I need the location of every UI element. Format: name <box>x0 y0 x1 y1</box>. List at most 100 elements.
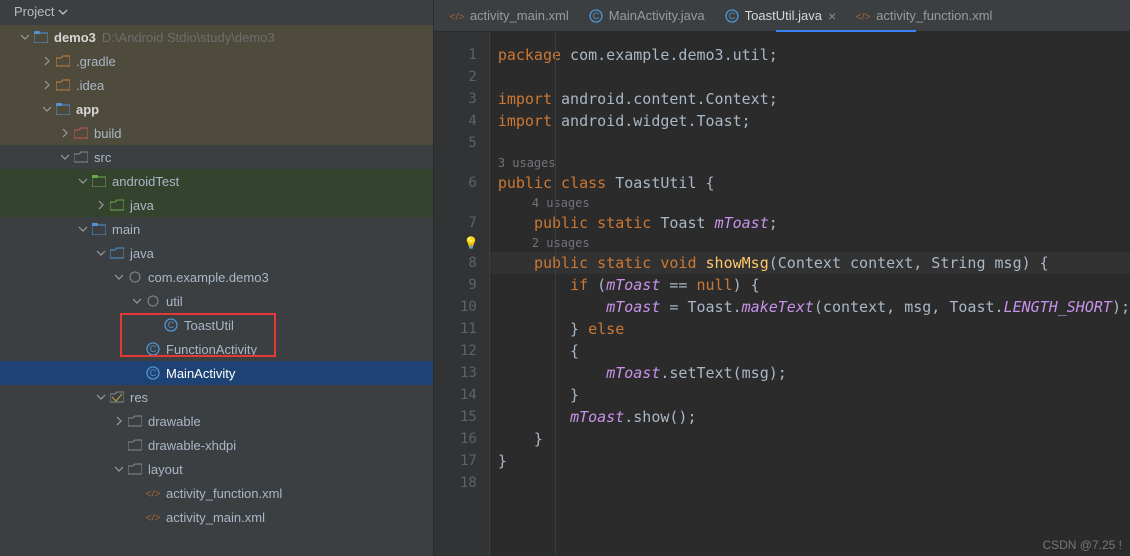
class-icon: C <box>144 366 162 380</box>
folder-icon <box>126 463 144 475</box>
inline-hint <box>434 154 489 172</box>
chevron-down-icon[interactable] <box>94 392 108 402</box>
chevron-down-icon[interactable] <box>40 104 54 114</box>
chevron-down-icon[interactable] <box>58 152 72 162</box>
tree-row-drawable[interactable]: drawable <box>0 409 433 433</box>
tree-label: drawable-xhdpi <box>148 438 236 453</box>
chevron-right-icon[interactable] <box>40 56 54 66</box>
tab-toastutil[interactable]: C ToastUtil.java × <box>715 0 847 32</box>
line-number: 4 <box>434 110 489 132</box>
tree-label: java <box>130 246 154 261</box>
tree-label: src <box>94 150 111 165</box>
tree-label: java <box>130 198 154 213</box>
tree-row-idea[interactable]: .idea <box>0 73 433 97</box>
tree-label: .gradle <box>76 54 116 69</box>
tree-row-activity-main[interactable]: </> activity_main.xml <box>0 505 433 529</box>
tab-activity-function-xml[interactable]: </> activity_function.xml <box>846 0 1002 32</box>
folder-icon <box>126 439 144 451</box>
folder-icon <box>72 127 90 139</box>
tree-label: activity_function.xml <box>166 486 282 501</box>
svg-text:C: C <box>728 11 735 21</box>
tree-row-build[interactable]: build <box>0 121 433 145</box>
tree-row-res[interactable]: res <box>0 385 433 409</box>
tree-row-activity-function[interactable]: </> activity_function.xml <box>0 481 433 505</box>
inline-hint <box>434 234 489 252</box>
indent-guide <box>555 32 556 556</box>
svg-text:C: C <box>150 368 157 378</box>
tree-label: res <box>130 390 148 405</box>
chevron-right-icon[interactable] <box>112 416 126 426</box>
panel-title[interactable]: Project <box>0 0 433 25</box>
class-icon: C <box>144 342 162 356</box>
tree-row-androidtest-java[interactable]: java <box>0 193 433 217</box>
class-icon: C <box>725 9 739 23</box>
line-number: 11 <box>434 318 489 340</box>
tree-row-app[interactable]: app <box>0 97 433 121</box>
line-number: 17 <box>434 450 489 472</box>
project-panel: Project demo3 D:\Android Stdio\study\dem… <box>0 0 434 556</box>
tree-row-src[interactable]: src <box>0 145 433 169</box>
tree-row-drawable-xhdpi[interactable]: drawable-xhdpi <box>0 433 433 457</box>
tree-row-main[interactable]: main <box>0 217 433 241</box>
code-content[interactable]: package com.example.demo3.util; import a… <box>490 32 1130 556</box>
code-editor[interactable]: 1 2 3 4 5 6 7 8 9 10 11 12 13 14 15 16 1… <box>434 32 1130 556</box>
close-icon[interactable]: × <box>828 8 836 24</box>
chevron-right-icon[interactable] <box>94 200 108 210</box>
svg-text:C: C <box>150 344 157 354</box>
chevron-down-icon[interactable] <box>18 32 32 42</box>
tree-row-util[interactable]: util <box>0 289 433 313</box>
tree-row-layout[interactable]: layout <box>0 457 433 481</box>
usages-hint[interactable]: 💡2 usages <box>490 234 1130 252</box>
module-icon <box>90 223 108 235</box>
tree-label: ToastUtil <box>184 318 234 333</box>
svg-text:</>: </> <box>146 512 160 524</box>
tree-label: layout <box>148 462 183 477</box>
svg-text:</>: </> <box>450 11 464 23</box>
module-icon <box>54 103 72 115</box>
chevron-down-icon[interactable] <box>76 224 90 234</box>
tab-label: ToastUtil.java <box>745 8 822 23</box>
tree-row-functionactivity[interactable]: C FunctionActivity <box>0 337 433 361</box>
usages-hint[interactable]: 4 usages <box>490 194 1130 212</box>
package-icon <box>126 271 144 283</box>
tree-row-package[interactable]: com.example.demo3 <box>0 265 433 289</box>
chevron-down-icon[interactable] <box>94 248 108 258</box>
svg-text:C: C <box>168 320 175 330</box>
chevron-down-icon[interactable] <box>130 296 144 306</box>
chevron-down-icon[interactable] <box>112 272 126 282</box>
tab-label: MainActivity.java <box>609 8 705 23</box>
tab-activity-main-xml[interactable]: </> activity_main.xml <box>440 0 579 32</box>
line-number: 18 <box>434 472 489 494</box>
inline-hint <box>434 194 489 212</box>
bulb-icon[interactable]: 💡 <box>464 234 479 252</box>
folder-icon <box>108 247 126 259</box>
tab-mainactivity[interactable]: C MainActivity.java <box>579 0 715 32</box>
watermark: CSDN @7.25 ! <box>1042 538 1122 552</box>
gutter: 1 2 3 4 5 6 7 8 9 10 11 12 13 14 15 16 1… <box>434 32 490 556</box>
tree-label: app <box>76 102 99 117</box>
tree-row-toastutil[interactable]: C ToastUtil <box>0 313 433 337</box>
tree-row-androidtest[interactable]: androidTest <box>0 169 433 193</box>
tree-row-main-java[interactable]: java <box>0 241 433 265</box>
tree-row-mainactivity[interactable]: C MainActivity <box>0 361 433 385</box>
tree-label: FunctionActivity <box>166 342 257 357</box>
chevron-down-icon[interactable] <box>112 464 126 474</box>
tree-row-gradle[interactable]: .gradle <box>0 49 433 73</box>
usages-hint[interactable]: 3 usages <box>490 154 1130 172</box>
tab-label: activity_function.xml <box>876 8 992 23</box>
folder-icon <box>54 55 72 67</box>
folder-icon <box>54 79 72 91</box>
chevron-right-icon[interactable] <box>40 80 54 90</box>
tree-label: androidTest <box>112 174 179 189</box>
module-icon <box>90 175 108 187</box>
tree-label: drawable <box>148 414 201 429</box>
chevron-right-icon[interactable] <box>58 128 72 138</box>
folder-icon <box>72 151 90 163</box>
folder-icon <box>126 415 144 427</box>
tree-row-root[interactable]: demo3 D:\Android Stdio\study\demo3 <box>0 25 433 49</box>
module-icon <box>32 31 50 43</box>
editor-panel: </> activity_main.xml C MainActivity.jav… <box>434 0 1130 556</box>
svg-text:C: C <box>593 11 600 21</box>
line-number: 1 <box>434 44 489 66</box>
chevron-down-icon[interactable] <box>76 176 90 186</box>
